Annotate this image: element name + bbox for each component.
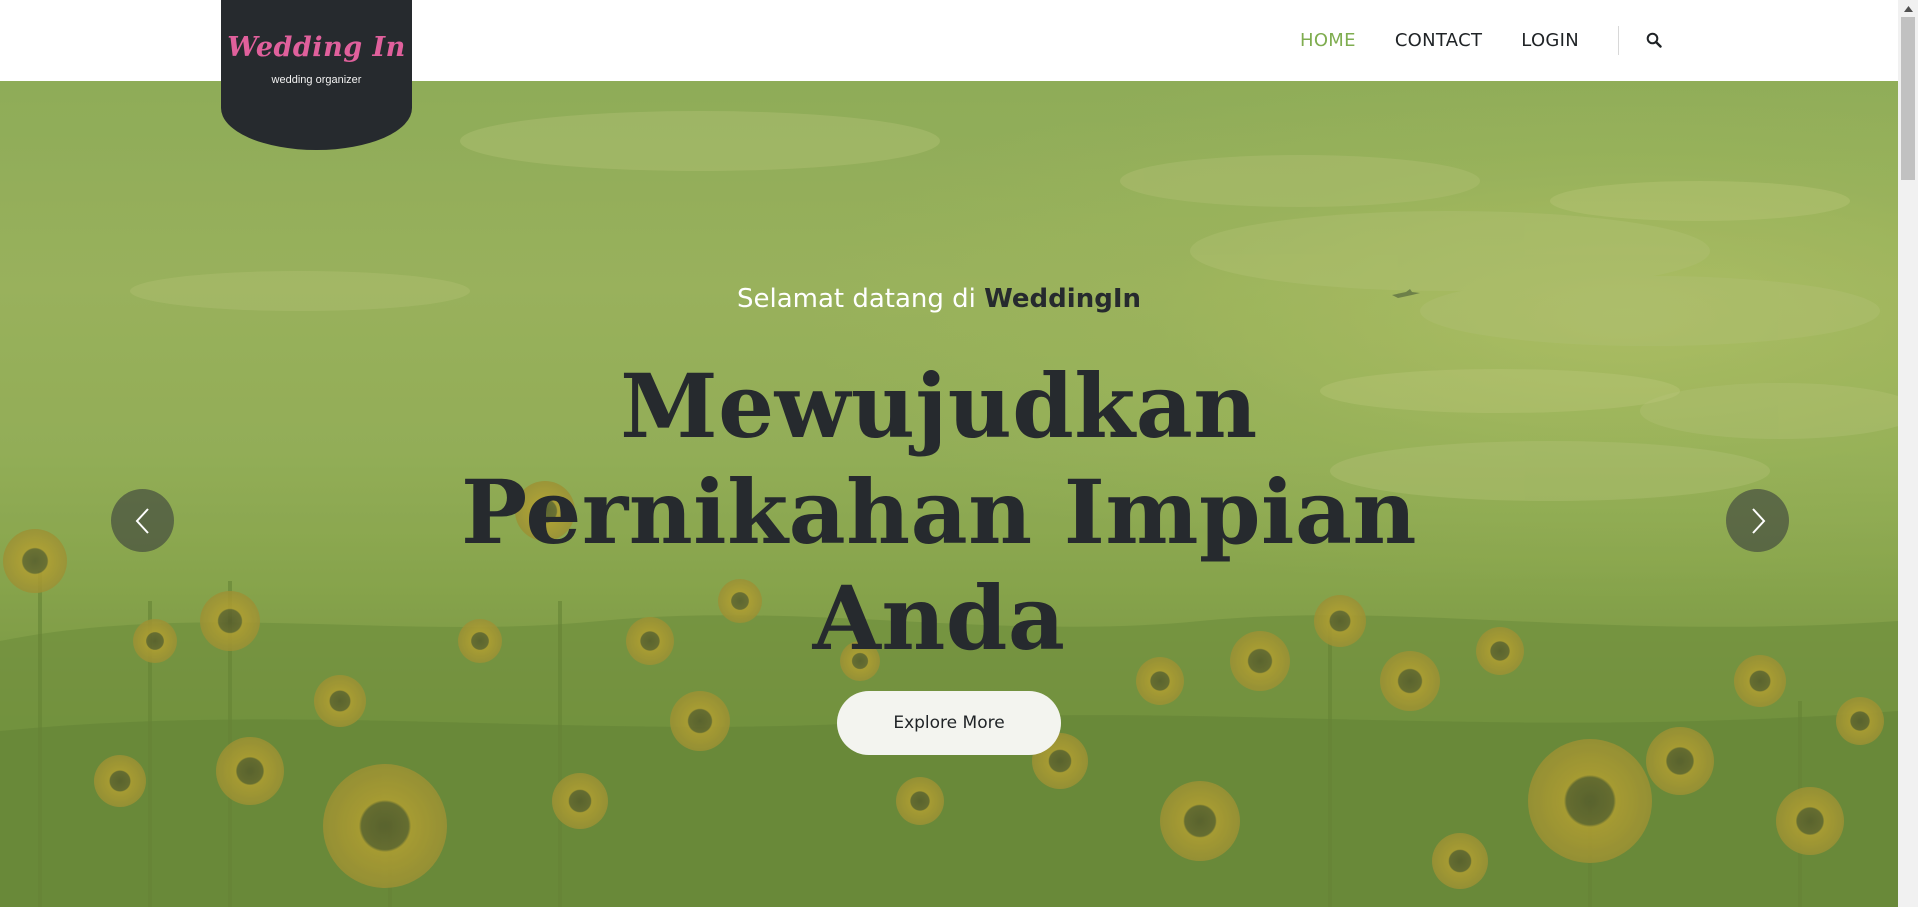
- logo-subtitle: wedding organizer: [271, 74, 362, 86]
- main-nav: HOME CONTACT LOGIN: [1300, 0, 1666, 80]
- page: Wedding In wedding organizer HOME CONTAC…: [0, 0, 1918, 907]
- nav-item-home[interactable]: HOME: [1300, 30, 1356, 51]
- vertical-scrollbar[interactable]: [1898, 0, 1918, 907]
- slider-prev-button[interactable]: [111, 489, 174, 552]
- chevron-left-icon: [135, 507, 149, 534]
- scroll-up-arrow-icon[interactable]: [1898, 0, 1918, 17]
- site-header: Wedding In wedding organizer HOME CONTAC…: [0, 0, 1898, 150]
- nav-item-contact[interactable]: CONTACT: [1395, 30, 1482, 51]
- hero-slider: Selamat datang di WeddingIn Mewujudkan P…: [0, 81, 1898, 907]
- nav-item-login[interactable]: LOGIN: [1521, 30, 1579, 51]
- headline-line-2: Pernikahan Impian: [461, 460, 1417, 564]
- welcome-text: Selamat datang di WeddingIn: [0, 284, 1878, 314]
- welcome-prefix: Selamat datang di: [736, 284, 985, 314]
- chevron-right-icon: [1751, 507, 1765, 534]
- headline-line-1: Mewujudkan: [620, 354, 1258, 458]
- explore-more-button[interactable]: Explore More: [837, 691, 1061, 755]
- headline-line-3: Anda: [812, 566, 1066, 670]
- site-logo[interactable]: Wedding In wedding organizer: [221, 0, 412, 150]
- scrollbar-thumb[interactable]: [1901, 17, 1915, 180]
- nav-divider: [1618, 25, 1620, 55]
- search-icon[interactable]: [1642, 28, 1666, 52]
- welcome-brand: WeddingIn: [984, 284, 1141, 314]
- logo-title: Wedding In: [227, 32, 406, 63]
- hero-headline: Mewujudkan Pernikahan Impian Anda: [0, 353, 1878, 671]
- slider-next-button[interactable]: [1726, 489, 1789, 552]
